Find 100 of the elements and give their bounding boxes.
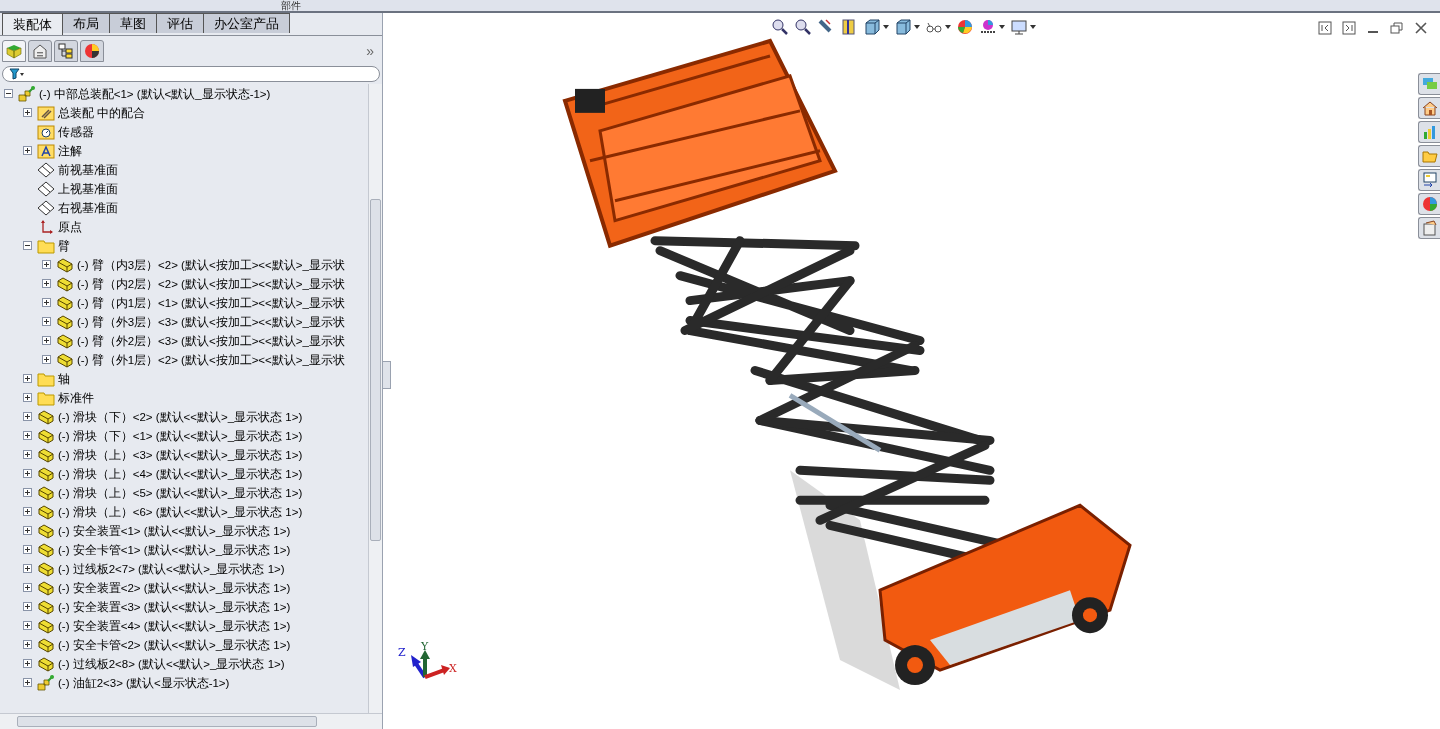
display-style-icon[interactable] bbox=[894, 18, 912, 36]
task-pane-tab[interactable] bbox=[1418, 217, 1440, 239]
zoom-area-icon[interactable] bbox=[794, 18, 812, 36]
manager-tab[interactable] bbox=[28, 40, 52, 62]
tree-item[interactable]: (-) 中部总装配<1> (默认<默认_显示状态-1>) bbox=[39, 85, 271, 102]
expand-box-icon[interactable] bbox=[23, 146, 32, 155]
caret-icon[interactable] bbox=[945, 25, 951, 29]
expand-box-icon[interactable] bbox=[42, 260, 51, 269]
view-settings-icon[interactable] bbox=[1010, 18, 1028, 36]
tree-item[interactable]: 前视基准面 bbox=[58, 161, 118, 178]
command-tab[interactable]: 评估 bbox=[156, 13, 204, 33]
tree-item[interactable]: 右视基准面 bbox=[58, 199, 118, 216]
expand-box-icon[interactable] bbox=[23, 659, 32, 668]
collapse-box-icon[interactable] bbox=[4, 89, 13, 98]
close-icon[interactable] bbox=[1414, 21, 1428, 35]
expand-box-icon[interactable] bbox=[23, 526, 32, 535]
part-icon bbox=[56, 256, 74, 273]
task-pane-tab[interactable] bbox=[1418, 169, 1440, 191]
section-view-icon[interactable] bbox=[840, 18, 858, 36]
tree-item[interactable]: 标准件 bbox=[58, 389, 94, 406]
expand-box-icon[interactable] bbox=[42, 298, 51, 307]
manager-tab[interactable] bbox=[54, 40, 78, 62]
z-axis-label: Z bbox=[398, 646, 406, 660]
caret-icon[interactable] bbox=[1030, 25, 1036, 29]
tree-item[interactable]: (-) 臂（内1层）<1> (默认<按加工><<默认>_显示状 bbox=[77, 294, 345, 311]
panel-splitter-handle[interactable] bbox=[383, 361, 391, 389]
expand-box-icon[interactable] bbox=[23, 374, 32, 383]
tile-left-icon[interactable] bbox=[1318, 21, 1332, 35]
tree-item[interactable]: (-) 油缸2<3> (默认<显示状态-1>) bbox=[58, 674, 230, 691]
command-tab[interactable]: 装配体 bbox=[2, 13, 63, 35]
expand-box-icon[interactable] bbox=[23, 621, 32, 630]
restore-icon[interactable] bbox=[1390, 21, 1404, 35]
expand-box-icon[interactable] bbox=[42, 355, 51, 364]
task-pane-tab[interactable] bbox=[1418, 97, 1440, 119]
expand-box-icon[interactable] bbox=[42, 317, 51, 326]
tree-item[interactable]: (-) 过线板2<7> (默认<<默认>_显示状态 1>) bbox=[58, 560, 285, 577]
caret-icon[interactable] bbox=[883, 25, 889, 29]
tree-item[interactable]: (-) 安全卡管<1> (默认<<默认>_显示状态 1>) bbox=[58, 541, 291, 558]
command-tab[interactable]: 办公室产品 bbox=[203, 13, 290, 33]
part-icon bbox=[37, 598, 55, 615]
tree-item[interactable]: (-) 臂（外1层）<2> (默认<按加工><<默认>_显示状 bbox=[77, 351, 345, 368]
tree-item[interactable]: (-) 安全装置<4> (默认<<默认>_显示状态 1>) bbox=[58, 617, 291, 634]
filter-field[interactable] bbox=[2, 66, 380, 82]
expand-box-icon[interactable] bbox=[42, 279, 51, 288]
caret-icon[interactable] bbox=[914, 25, 920, 29]
feature-tree-icon bbox=[5, 43, 23, 59]
expand-box-icon[interactable] bbox=[23, 108, 32, 117]
tree-item[interactable]: 轴 bbox=[58, 370, 70, 387]
tree-item[interactable]: (-) 滑块（下）<2> (默认<<默认>_显示状态 1>) bbox=[58, 408, 303, 425]
expand-box-icon[interactable] bbox=[42, 336, 51, 345]
zoom-to-fit-icon[interactable] bbox=[771, 18, 789, 36]
tree-item[interactable]: (-) 过线板2<8> (默认<<默认>_显示状态 1>) bbox=[58, 655, 285, 672]
expand-box-icon[interactable] bbox=[23, 583, 32, 592]
vertical-scrollbar[interactable] bbox=[368, 84, 382, 713]
tree-item[interactable]: (-) 滑块（上）<5> (默认<<默认>_显示状态 1>) bbox=[58, 484, 303, 501]
tree-item[interactable]: (-) 臂（内3层）<2> (默认<按加工><<默认>_显示状 bbox=[77, 256, 345, 273]
tree-item[interactable]: 臂 bbox=[58, 237, 70, 254]
tree-item[interactable]: (-) 滑块（下）<1> (默认<<默认>_显示状态 1>) bbox=[58, 427, 303, 444]
view-orientation-icon[interactable] bbox=[863, 18, 881, 36]
tree-item[interactable]: (-) 安全装置<3> (默认<<默认>_显示状态 1>) bbox=[58, 598, 291, 615]
task-pane-tab[interactable] bbox=[1418, 193, 1440, 215]
tree-item[interactable]: (-) 安全卡管<2> (默认<<默认>_显示状态 1>) bbox=[58, 636, 291, 653]
expand-box-icon[interactable] bbox=[23, 412, 32, 421]
horizontal-scrollbar[interactable] bbox=[0, 713, 382, 729]
chat-bubbles-icon bbox=[1421, 76, 1438, 92]
expand-box-icon[interactable] bbox=[23, 431, 32, 440]
tree-item[interactable]: 传感器 bbox=[58, 123, 94, 140]
tree-item[interactable]: (-) 安全装置<1> (默认<<默认>_显示状态 1>) bbox=[58, 522, 291, 539]
tile-right-icon[interactable] bbox=[1342, 21, 1356, 35]
command-tab[interactable]: 布局 bbox=[62, 13, 110, 33]
tree-item[interactable]: (-) 滑块（上）<6> (默认<<默认>_显示状态 1>) bbox=[58, 503, 303, 520]
caret-icon[interactable] bbox=[999, 25, 1005, 29]
tree-item[interactable]: 总装配 中的配合 bbox=[58, 104, 146, 121]
expand-box-icon[interactable] bbox=[23, 678, 32, 687]
command-tab[interactable]: 草图 bbox=[109, 13, 157, 33]
expand-box-icon[interactable] bbox=[23, 469, 32, 478]
tree-item[interactable]: (-) 安全装置<2> (默认<<默认>_显示状态 1>) bbox=[58, 579, 291, 596]
tree-item[interactable]: (-) 滑块（上）<3> (默认<<默认>_显示状态 1>) bbox=[58, 446, 303, 463]
tree-item[interactable]: 上视基准面 bbox=[58, 180, 118, 197]
assembly-icon bbox=[37, 674, 55, 691]
more-chevron[interactable]: » bbox=[366, 43, 374, 59]
collapse-box-icon[interactable] bbox=[23, 241, 32, 250]
tree-item[interactable]: 注解 bbox=[58, 142, 82, 159]
tree-item[interactable]: (-) 臂（内2层）<2> (默认<按加工><<默认>_显示状 bbox=[77, 275, 345, 292]
tree-item[interactable]: 原点 bbox=[58, 218, 82, 235]
expand-box-icon[interactable] bbox=[23, 545, 32, 554]
tree-item[interactable]: (-) 臂（外2层）<3> (默认<按加工><<默认>_显示状 bbox=[77, 332, 345, 349]
expand-box-icon[interactable] bbox=[23, 602, 32, 611]
appearance-ball-icon[interactable] bbox=[956, 18, 974, 36]
tree-item[interactable]: (-) 臂（外3层）<3> (默认<按加工><<默认>_显示状 bbox=[77, 313, 345, 330]
scene-icon[interactable] bbox=[979, 18, 997, 36]
expand-box-icon[interactable] bbox=[23, 450, 32, 459]
expand-box-icon[interactable] bbox=[23, 393, 32, 402]
home-icon bbox=[1421, 100, 1438, 116]
manager-tab[interactable] bbox=[80, 40, 104, 62]
expand-box-icon[interactable] bbox=[23, 507, 32, 516]
expand-box-icon[interactable] bbox=[23, 488, 32, 497]
tree-item[interactable]: (-) 滑块（上）<4> (默认<<默认>_显示状态 1>) bbox=[58, 465, 303, 482]
expand-box-icon[interactable] bbox=[23, 640, 32, 649]
expand-box-icon[interactable] bbox=[23, 564, 32, 573]
